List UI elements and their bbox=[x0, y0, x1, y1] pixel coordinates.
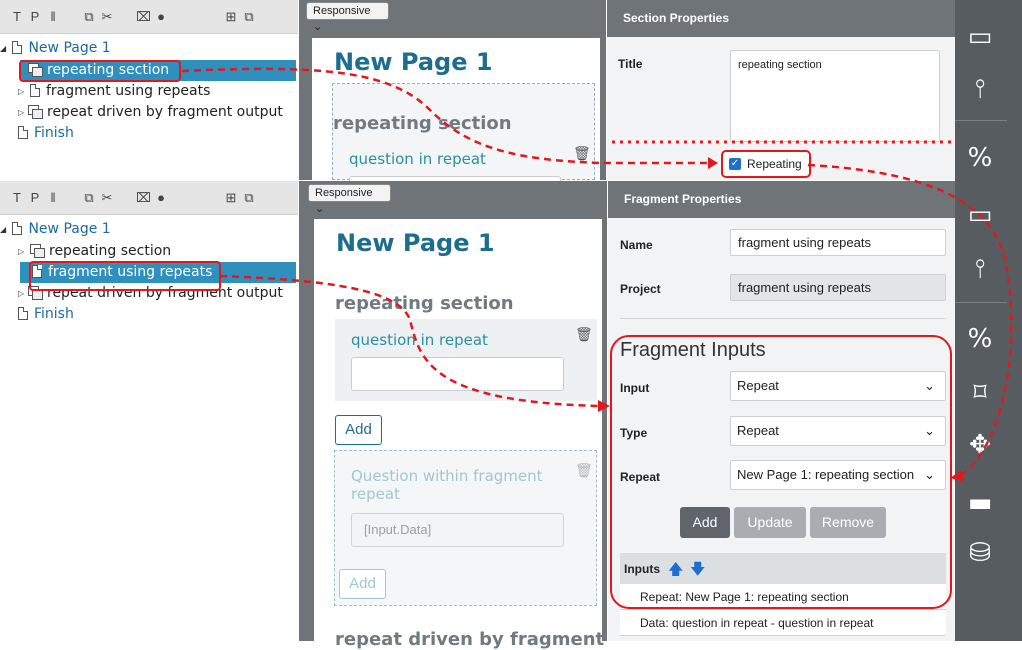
annotation-overlay bbox=[19, 60, 1013, 609]
annotation-arrow bbox=[181, 67, 708, 165]
arrowhead bbox=[950, 470, 964, 482]
annotation-arrow bbox=[807, 163, 1013, 478]
highlight-box bbox=[19, 60, 181, 82]
arrowhead bbox=[598, 400, 610, 412]
annotation-arrow bbox=[219, 274, 601, 408]
arrowhead bbox=[708, 157, 718, 169]
highlight-box bbox=[610, 335, 952, 609]
highlight-box bbox=[29, 261, 221, 291]
